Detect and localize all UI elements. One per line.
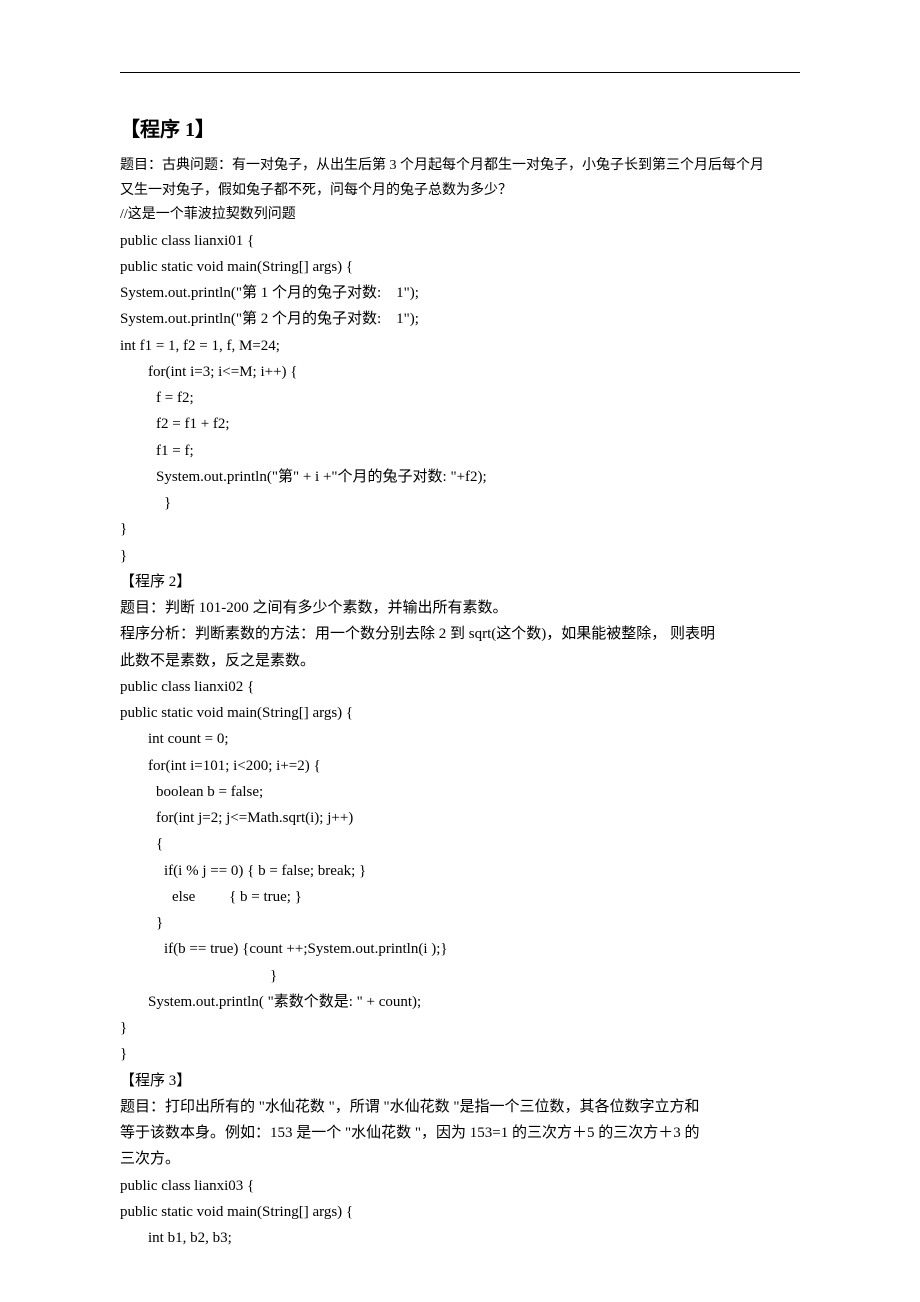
code-line: public static void main(String[] args) { [120,254,800,280]
horizontal-rule-top [120,72,800,73]
program-1-desc-line2: 又生一对兔子，假如兔子都不死，问每个月的兔子总数为多少？ [120,179,800,204]
program-1-comment: //这是一个菲波拉契数列问题 [120,203,800,228]
code-line: } [120,1041,800,1067]
code-line: f1 = f; [120,438,800,464]
code-line: for(int j=2; j<=Math.sqrt(i); j++) [120,805,800,831]
code-line: if(i % j == 0) { b = false; break; } [120,858,800,884]
program-1-title: 【程序 1】 [120,113,800,148]
code-line: } [120,910,800,936]
code-line: int f1 = 1, f2 = 1, f, M=24; [120,333,800,359]
code-line: public class lianxi03 { [120,1173,800,1199]
code-line: for(int i=3; i<=M; i++) { [120,359,800,385]
code-line: System.out.println("第" + i +"个月的兔子对数: "+… [120,464,800,490]
code-line: { [120,831,800,857]
program-2-desc-line1: 题目：判断 101-200 之间有多少个素数，并输出所有素数。 [120,595,800,621]
code-line: f = f2; [120,385,800,411]
program-3-desc-line2: 等于该数本身。例如：153 是一个 "水仙花数 "，因为 153=1 的三次方＋… [120,1120,800,1146]
code-line: public class lianxi01 { [120,228,800,254]
code-line: f2 = f1 + f2; [120,411,800,437]
code-line: public class lianxi02 { [120,674,800,700]
code-line: int count = 0; [120,726,800,752]
program-3-desc-line1: 题目：打印出所有的 "水仙花数 "，所谓 "水仙花数 "是指一个三位数，其各位数… [120,1094,800,1120]
code-line: if(b == true) {count ++;System.out.print… [120,936,800,962]
code-line: public static void main(String[] args) { [120,700,800,726]
code-line: } [120,490,800,516]
program-3-title: 【程序 3】 [120,1068,800,1094]
code-line: for(int i=101; i<200; i+=2) { [120,753,800,779]
code-line: System.out.println("第 2 个月的兔子对数: 1"); [120,306,800,332]
program-3-desc-line3: 三次方。 [120,1146,800,1172]
code-line: public static void main(String[] args) { [120,1199,800,1225]
program-2-desc-line3: 此数不是素数，反之是素数。 [120,648,800,674]
code-line: else { b = true; } [120,884,800,910]
program-2-title: 【程序 2】 [120,569,800,595]
code-line: boolean b = false; [120,779,800,805]
program-2-desc-line2: 程序分析：判断素数的方法：用一个数分别去除 2 到 sqrt(这个数)，如果能被… [120,621,800,647]
program-1-desc-line1: 题目：古典问题：有一对兔子，从出生后第 3 个月起每个月都生一对兔子，小兔子长到… [120,154,800,179]
code-line: System.out.println("第 1 个月的兔子对数: 1"); [120,280,800,306]
code-line: System.out.println( "素数个数是: " + count); [120,989,800,1015]
code-line: } [120,1015,800,1041]
code-line: } [120,516,800,542]
code-line: } [120,543,800,569]
code-line: } [120,963,800,989]
code-line: int b1, b2, b3; [120,1225,800,1251]
